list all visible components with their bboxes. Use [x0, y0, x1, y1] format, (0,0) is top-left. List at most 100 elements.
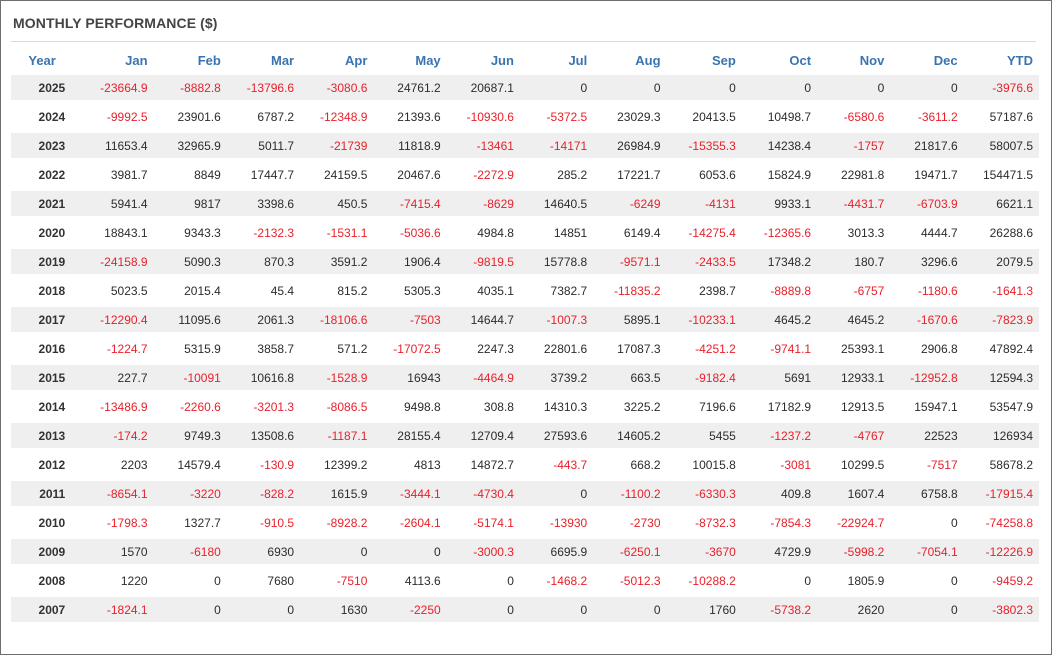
month-cell: -9741.1	[741, 336, 818, 361]
month-cell: 14310.3	[519, 394, 594, 419]
month-cell: 14872.7	[446, 452, 520, 477]
month-cell: -8629	[446, 191, 520, 216]
month-cell: 2620	[817, 597, 891, 622]
year-cell: 2020	[11, 220, 74, 245]
year-cell: 2009	[11, 539, 74, 564]
month-cell: -10930.6	[446, 104, 520, 129]
month-cell: 1220	[73, 568, 154, 593]
month-cell: 10299.5	[817, 452, 891, 477]
month-cell: 0	[890, 597, 964, 622]
ytd-cell: 26288.6	[963, 220, 1039, 245]
month-cell: 5691	[741, 365, 818, 390]
month-cell: -13486.9	[73, 394, 154, 419]
month-cell: 45.4	[226, 278, 301, 303]
year-cell: 2008	[11, 568, 74, 593]
month-cell: 1906.4	[373, 249, 447, 274]
month-cell: 19471.7	[890, 162, 964, 187]
month-cell: 409.8	[741, 481, 818, 506]
month-cell: 0	[446, 597, 520, 622]
month-cell: 3739.2	[519, 365, 594, 390]
table-row: 2016 -1224.7 5315.9 3858.7 571.2 -17072.5 2247…	[11, 336, 1039, 361]
month-cell: -8928.2	[300, 510, 374, 535]
month-cell: 3225.2	[593, 394, 667, 419]
month-cell: 0	[226, 597, 301, 622]
monthly-performance-panel: MONTHLY PERFORMANCE ($) Year Jan Feb Mar Apr…	[0, 0, 1052, 655]
month-cell: 4035.1	[446, 278, 520, 303]
month-cell: 5455	[666, 423, 742, 448]
month-cell: -7517	[890, 452, 964, 477]
month-cell: -7054.1	[890, 539, 964, 564]
month-cell: 4645.2	[741, 307, 818, 332]
ytd-cell: 154471.5	[963, 162, 1039, 187]
month-cell: 1607.4	[817, 481, 891, 506]
month-cell: 6758.8	[890, 481, 964, 506]
month-cell: 11095.6	[153, 307, 227, 332]
month-cell: 815.2	[300, 278, 374, 303]
month-cell: -3220	[153, 481, 227, 506]
month-cell: -7415.4	[373, 191, 447, 216]
table-row: 2022 3981.7 8849 17447.7 24159.5 20467.6 -2272…	[11, 162, 1039, 187]
month-cell: -21739	[300, 133, 374, 158]
ytd-cell: -1641.3	[963, 278, 1039, 303]
table-body: 2025 -23664.9 -8882.8 -13796.6 -3080.6 24761.…	[11, 75, 1039, 622]
month-cell: -15355.3	[666, 133, 742, 158]
table-row: 2019 -24158.9 5090.3 870.3 3591.2 1906.4 -9819…	[11, 249, 1039, 274]
month-cell: 10015.8	[666, 452, 742, 477]
month-cell: 0	[593, 597, 667, 622]
month-cell: -1100.2	[593, 481, 667, 506]
month-cell: 6053.6	[666, 162, 742, 187]
month-cell: 3398.6	[226, 191, 301, 216]
month-cell: -8086.5	[300, 394, 374, 419]
month-cell: -2250	[373, 597, 447, 622]
month-cell: 5941.4	[73, 191, 154, 216]
year-cell: 2019	[11, 249, 74, 274]
month-cell: 663.5	[593, 365, 667, 390]
month-cell: 1615.9	[300, 481, 374, 506]
table-row: 2010 -1798.3 1327.7 -910.5 -8928.2 -2604.1 -51…	[11, 510, 1039, 535]
month-cell: -8889.8	[741, 278, 818, 303]
month-cell: 17348.2	[741, 249, 818, 274]
month-cell: -1528.9	[300, 365, 374, 390]
month-cell: -12952.8	[890, 365, 964, 390]
month-cell: 1630	[300, 597, 374, 622]
month-cell: -7510	[300, 568, 374, 593]
month-cell: 18843.1	[73, 220, 154, 245]
ytd-cell: -3802.3	[963, 597, 1039, 622]
month-cell: 0	[446, 568, 520, 593]
ytd-cell: -7823.9	[963, 307, 1039, 332]
table-row: 2025 -23664.9 -8882.8 -13796.6 -3080.6 24761.…	[11, 75, 1039, 100]
month-cell: 5090.3	[153, 249, 227, 274]
ytd-cell: 126934	[963, 423, 1039, 448]
month-cell: -8882.8	[153, 75, 227, 100]
month-cell: -4767	[817, 423, 891, 448]
month-cell: -1824.1	[73, 597, 154, 622]
month-cell: -5012.3	[593, 568, 667, 593]
month-cell: 11818.9	[373, 133, 447, 158]
year-cell: 2015	[11, 365, 74, 390]
month-cell: -2272.9	[446, 162, 520, 187]
year-cell: 2011	[11, 481, 74, 506]
column-header-aug: Aug	[635, 52, 661, 68]
month-cell: -2730	[593, 510, 667, 535]
ytd-cell: -3976.6	[963, 75, 1039, 100]
month-cell: 22523	[890, 423, 964, 448]
performance-table: Year Jan Feb Mar Apr May Jun Jul Aug Sep Oct Nov Dec…	[11, 45, 1039, 626]
month-cell: -14171	[519, 133, 594, 158]
column-header-year: Year	[28, 52, 56, 68]
month-cell: 3591.2	[300, 249, 374, 274]
month-cell: 0	[519, 75, 594, 100]
table-row: 2023 11653.4 32965.9 5011.7 -21739 11818.9 -13…	[11, 133, 1039, 158]
column-header-jul: Jul	[568, 52, 588, 68]
month-cell: 12399.2	[300, 452, 374, 477]
month-cell: -6757	[817, 278, 891, 303]
month-cell: -4730.4	[446, 481, 520, 506]
month-cell: -24158.9	[73, 249, 154, 274]
month-cell: 0	[593, 75, 667, 100]
ytd-cell: 6621.1	[963, 191, 1039, 216]
column-header-mar: Mar	[270, 52, 295, 68]
year-cell: 2007	[11, 597, 74, 622]
month-cell: -1531.1	[300, 220, 374, 245]
month-cell: -2433.5	[666, 249, 742, 274]
month-cell: 9343.3	[153, 220, 227, 245]
month-cell: -9182.4	[666, 365, 742, 390]
